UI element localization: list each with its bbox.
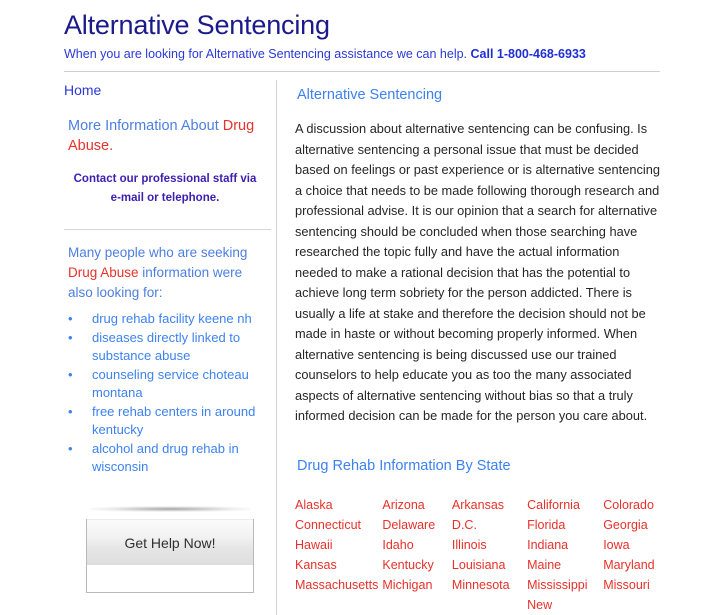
seeking-highlight: Drug Abuse (68, 265, 139, 280)
state-link[interactable]: Missouri (603, 575, 667, 595)
sidebar: Home More Information About Drug Abuse. … (64, 80, 276, 593)
state-link[interactable]: D.C. (452, 515, 527, 535)
table-row: Massachusetts Michigan Minnesota Mississ… (295, 575, 667, 595)
list-item[interactable]: • free rehab centers in around kentucky (68, 403, 266, 439)
state-links-table: Alaska Arizona Arkansas California Color… (295, 495, 667, 615)
state-link[interactable]: Kansas (295, 555, 382, 575)
seeking-text-1: Many people who are seeking (68, 245, 248, 260)
contact-note-line-1: Contact our professional staff via (73, 173, 257, 185)
body-wrapper: Home More Information About Drug Abuse. … (0, 72, 727, 615)
list-item[interactable]: • drug rehab facility keene nh (68, 310, 266, 328)
state-link[interactable]: Delaware (382, 515, 452, 535)
get-help-button[interactable]: Get Help Now! (87, 519, 253, 565)
state-link[interactable]: Florida (527, 515, 603, 535)
table-row: Kansas Kentucky Louisiana Maine Maryland (295, 555, 667, 575)
state-link[interactable]: Massachusetts (295, 575, 382, 595)
bullet-icon: • (68, 330, 73, 345)
state-link[interactable]: Michigan (382, 575, 452, 595)
state-link[interactable]: New (527, 595, 603, 615)
sidebar-more-info-block: More Information About Drug Abuse. Conta… (64, 104, 266, 216)
tagline-text: When you are looking for Alternative Sen… (64, 47, 468, 61)
table-row: Connecticut Delaware D.C. Florida Georgi… (295, 515, 667, 535)
table-row: New (295, 595, 667, 615)
state-link[interactable] (382, 595, 452, 615)
list-item[interactable]: • alcohol and drug rehab in wisconsin (68, 440, 266, 476)
content-heading: Alternative Sentencing (297, 87, 443, 103)
state-link[interactable]: Connecticut (295, 515, 382, 535)
state-link[interactable] (452, 595, 527, 615)
list-item[interactable]: • diseases directly linked to substance a… (68, 329, 266, 365)
page-root: Alternative Sentencing When you are look… (0, 0, 727, 615)
widget-top-shadow (90, 506, 250, 512)
state-link[interactable]: Arizona (382, 495, 452, 515)
phone-number[interactable]: Call 1-800-468-6933 (471, 47, 586, 61)
get-help-box[interactable]: Get Help Now! (86, 519, 254, 593)
keyword-list: • drug rehab facility keene nh • diseases … (64, 310, 266, 476)
keyword-label: alcohol and drug rehab in wisconsin (92, 441, 239, 474)
state-link[interactable]: Minnesota (452, 575, 527, 595)
state-link[interactable] (295, 595, 382, 615)
more-information-prefix: More Information About (68, 118, 223, 134)
article-body: A discussion about alternative sentencin… (295, 121, 660, 423)
list-item[interactable]: • counseling service choteau montana (68, 366, 266, 402)
states-heading: Drug Rehab Information By State (297, 457, 511, 474)
get-help-label: Get Help Now! (124, 534, 216, 551)
state-link[interactable]: Kentucky (382, 555, 452, 575)
state-link[interactable]: Arkansas (452, 495, 527, 515)
state-link[interactable]: Maine (527, 555, 603, 575)
state-link[interactable]: Alaska (295, 495, 382, 515)
bullet-icon: • (68, 311, 73, 326)
contact-note: Contact our professional staff via e-mai… (66, 170, 264, 208)
seeking-intro: Many people who are seeking Drug Abuse i… (68, 243, 266, 303)
state-link[interactable]: Colorado (603, 495, 667, 515)
keyword-label: counseling service choteau montana (92, 367, 249, 400)
bullet-icon: • (68, 404, 73, 419)
state-link[interactable]: California (527, 495, 603, 515)
contact-note-line-2: e-mail or telephone. (110, 192, 220, 204)
keyword-label: diseases directly linked to substance ab… (92, 330, 241, 363)
bullet-icon: • (68, 367, 73, 382)
keyword-label: free rehab centers in around kentucky (92, 404, 256, 437)
state-link[interactable] (603, 595, 667, 615)
keyword-label: drug rehab facility keene nh (92, 311, 252, 326)
site-header: Alternative Sentencing When you are look… (0, 0, 727, 62)
state-link[interactable]: Georgia (603, 515, 667, 535)
state-link[interactable]: Louisiana (452, 555, 527, 575)
sidebar-divider (64, 229, 271, 230)
bullet-icon: • (68, 441, 73, 456)
main-content: Alternative Sentencing A discussion abou… (276, 80, 727, 615)
site-tagline: When you are looking for Alternative Sen… (64, 46, 727, 62)
get-help-widget[interactable]: Get Help Now! (86, 506, 254, 593)
page-title: Alternative Sentencing (64, 10, 330, 40)
more-information-link[interactable]: More Information About Drug Abuse. (68, 116, 266, 156)
table-row: Alaska Arizona Arkansas California Color… (295, 495, 667, 515)
state-link[interactable]: Maryland (603, 555, 667, 575)
sidebar-item-home[interactable]: Home (64, 80, 266, 100)
state-link[interactable]: Mississippi (527, 575, 603, 595)
